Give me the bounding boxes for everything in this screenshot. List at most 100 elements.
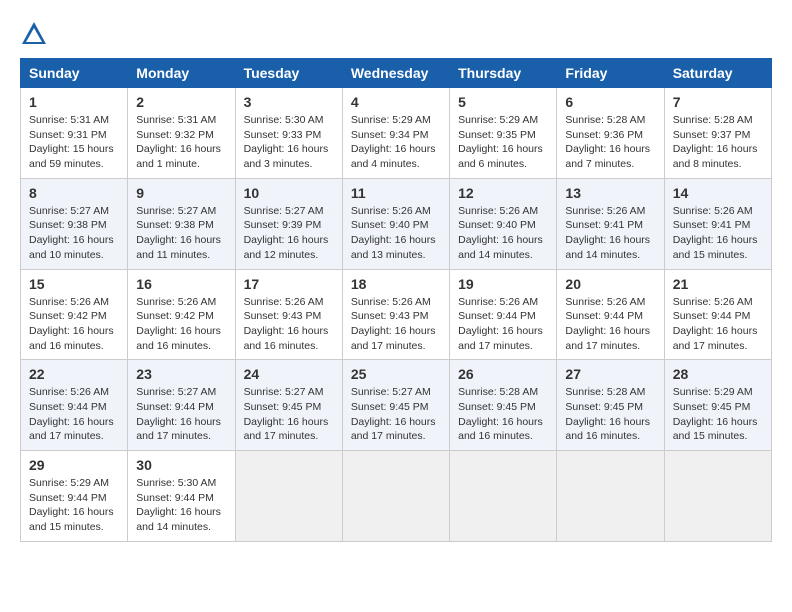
- day-info: Sunrise: 5:26 AM Sunset: 9:43 PM Dayligh…: [244, 295, 334, 354]
- calendar-header-row: SundayMondayTuesdayWednesdayThursdayFrid…: [21, 59, 772, 88]
- calendar-table: SundayMondayTuesdayWednesdayThursdayFrid…: [20, 58, 772, 542]
- day-number: 22: [29, 366, 119, 382]
- day-number: 9: [136, 185, 226, 201]
- day-info: Sunrise: 5:29 AM Sunset: 9:34 PM Dayligh…: [351, 113, 441, 172]
- day-info: Sunrise: 5:30 AM Sunset: 9:33 PM Dayligh…: [244, 113, 334, 172]
- calendar-cell: 18 Sunrise: 5:26 AM Sunset: 9:43 PM Dayli…: [342, 269, 449, 360]
- calendar-cell: 20 Sunrise: 5:26 AM Sunset: 9:44 PM Dayli…: [557, 269, 664, 360]
- day-number: 24: [244, 366, 334, 382]
- day-info: Sunrise: 5:26 AM Sunset: 9:42 PM Dayligh…: [136, 295, 226, 354]
- calendar-cell: [450, 451, 557, 542]
- column-header-tuesday: Tuesday: [235, 59, 342, 88]
- day-number: 25: [351, 366, 441, 382]
- calendar-cell: 26 Sunrise: 5:28 AM Sunset: 9:45 PM Dayli…: [450, 360, 557, 451]
- day-info: Sunrise: 5:29 AM Sunset: 9:45 PM Dayligh…: [673, 385, 763, 444]
- calendar-cell: 29 Sunrise: 5:29 AM Sunset: 9:44 PM Dayli…: [21, 451, 128, 542]
- calendar-cell: 2Sunrise: 5:31 AM Sunset: 9:32 PM Daylig…: [128, 88, 235, 179]
- day-info: Sunrise: 5:29 AM Sunset: 9:35 PM Dayligh…: [458, 113, 548, 172]
- day-info: Sunrise: 5:28 AM Sunset: 9:36 PM Dayligh…: [565, 113, 655, 172]
- calendar-cell: 15 Sunrise: 5:26 AM Sunset: 9:42 PM Dayli…: [21, 269, 128, 360]
- calendar-cell: 13 Sunrise: 5:26 AM Sunset: 9:41 PM Dayli…: [557, 178, 664, 269]
- calendar-cell: 17 Sunrise: 5:26 AM Sunset: 9:43 PM Dayli…: [235, 269, 342, 360]
- day-number: 28: [673, 366, 763, 382]
- calendar-week-row: 8 Sunrise: 5:27 AM Sunset: 9:38 PM Daylig…: [21, 178, 772, 269]
- day-number: 18: [351, 276, 441, 292]
- day-info: Sunrise: 5:28 AM Sunset: 9:37 PM Dayligh…: [673, 113, 763, 172]
- calendar-cell: 28 Sunrise: 5:29 AM Sunset: 9:45 PM Dayli…: [664, 360, 771, 451]
- calendar-cell: 23 Sunrise: 5:27 AM Sunset: 9:44 PM Dayli…: [128, 360, 235, 451]
- calendar-cell: 16 Sunrise: 5:26 AM Sunset: 9:42 PM Dayli…: [128, 269, 235, 360]
- day-number: 17: [244, 276, 334, 292]
- day-info: Sunrise: 5:26 AM Sunset: 9:43 PM Dayligh…: [351, 295, 441, 354]
- column-header-sunday: Sunday: [21, 59, 128, 88]
- day-info: Sunrise: 5:27 AM Sunset: 9:38 PM Dayligh…: [29, 204, 119, 263]
- day-number: 13: [565, 185, 655, 201]
- logo: [20, 20, 52, 48]
- day-info: Sunrise: 5:27 AM Sunset: 9:45 PM Dayligh…: [244, 385, 334, 444]
- day-number: 23: [136, 366, 226, 382]
- calendar-week-row: 22Sunrise: 5:26 AM Sunset: 9:44 PM Dayli…: [21, 360, 772, 451]
- logo-icon: [20, 20, 48, 48]
- column-header-saturday: Saturday: [664, 59, 771, 88]
- day-number: 1: [29, 94, 119, 110]
- calendar-week-row: 15 Sunrise: 5:26 AM Sunset: 9:42 PM Dayli…: [21, 269, 772, 360]
- day-info: Sunrise: 5:28 AM Sunset: 9:45 PM Dayligh…: [458, 385, 548, 444]
- calendar-cell: 8 Sunrise: 5:27 AM Sunset: 9:38 PM Daylig…: [21, 178, 128, 269]
- day-info: Sunrise: 5:31 AM Sunset: 9:32 PM Dayligh…: [136, 113, 226, 172]
- day-number: 8: [29, 185, 119, 201]
- calendar-cell: 22Sunrise: 5:26 AM Sunset: 9:44 PM Dayli…: [21, 360, 128, 451]
- day-number: 4: [351, 94, 441, 110]
- day-number: 30: [136, 457, 226, 473]
- calendar-cell: [664, 451, 771, 542]
- day-number: 6: [565, 94, 655, 110]
- day-info: Sunrise: 5:26 AM Sunset: 9:41 PM Dayligh…: [673, 204, 763, 263]
- day-info: Sunrise: 5:26 AM Sunset: 9:40 PM Dayligh…: [351, 204, 441, 263]
- calendar-cell: 6 Sunrise: 5:28 AM Sunset: 9:36 PM Daylig…: [557, 88, 664, 179]
- day-info: Sunrise: 5:26 AM Sunset: 9:40 PM Dayligh…: [458, 204, 548, 263]
- page-header: [20, 20, 772, 48]
- day-info: Sunrise: 5:31 AM Sunset: 9:31 PM Dayligh…: [29, 113, 119, 172]
- calendar-cell: 9Sunrise: 5:27 AM Sunset: 9:38 PM Daylig…: [128, 178, 235, 269]
- column-header-wednesday: Wednesday: [342, 59, 449, 88]
- calendar-cell: 25 Sunrise: 5:27 AM Sunset: 9:45 PM Dayli…: [342, 360, 449, 451]
- day-number: 15: [29, 276, 119, 292]
- day-info: Sunrise: 5:26 AM Sunset: 9:44 PM Dayligh…: [458, 295, 548, 354]
- calendar-week-row: 29 Sunrise: 5:29 AM Sunset: 9:44 PM Dayli…: [21, 451, 772, 542]
- day-number: 29: [29, 457, 119, 473]
- calendar-cell: [557, 451, 664, 542]
- calendar-cell: 30Sunrise: 5:30 AM Sunset: 9:44 PM Dayli…: [128, 451, 235, 542]
- day-number: 26: [458, 366, 548, 382]
- calendar-cell: [342, 451, 449, 542]
- day-number: 21: [673, 276, 763, 292]
- calendar-cell: 19 Sunrise: 5:26 AM Sunset: 9:44 PM Dayli…: [450, 269, 557, 360]
- calendar-cell: 4 Sunrise: 5:29 AM Sunset: 9:34 PM Daylig…: [342, 88, 449, 179]
- day-number: 3: [244, 94, 334, 110]
- calendar-cell: [235, 451, 342, 542]
- day-number: 19: [458, 276, 548, 292]
- day-number: 16: [136, 276, 226, 292]
- calendar-cell: 1 Sunrise: 5:31 AM Sunset: 9:31 PM Daylig…: [21, 88, 128, 179]
- day-info: Sunrise: 5:28 AM Sunset: 9:45 PM Dayligh…: [565, 385, 655, 444]
- day-info: Sunrise: 5:26 AM Sunset: 9:44 PM Dayligh…: [565, 295, 655, 354]
- column-header-monday: Monday: [128, 59, 235, 88]
- day-info: Sunrise: 5:29 AM Sunset: 9:44 PM Dayligh…: [29, 476, 119, 535]
- calendar-cell: 27Sunrise: 5:28 AM Sunset: 9:45 PM Dayli…: [557, 360, 664, 451]
- day-info: Sunrise: 5:26 AM Sunset: 9:42 PM Dayligh…: [29, 295, 119, 354]
- day-info: Sunrise: 5:26 AM Sunset: 9:44 PM Dayligh…: [673, 295, 763, 354]
- day-number: 20: [565, 276, 655, 292]
- column-header-friday: Friday: [557, 59, 664, 88]
- calendar-cell: 14Sunrise: 5:26 AM Sunset: 9:41 PM Dayli…: [664, 178, 771, 269]
- calendar-cell: 10 Sunrise: 5:27 AM Sunset: 9:39 PM Dayli…: [235, 178, 342, 269]
- calendar-cell: 11Sunrise: 5:26 AM Sunset: 9:40 PM Dayli…: [342, 178, 449, 269]
- calendar-cell: 7Sunrise: 5:28 AM Sunset: 9:37 PM Daylig…: [664, 88, 771, 179]
- day-info: Sunrise: 5:27 AM Sunset: 9:39 PM Dayligh…: [244, 204, 334, 263]
- day-number: 10: [244, 185, 334, 201]
- day-info: Sunrise: 5:26 AM Sunset: 9:41 PM Dayligh…: [565, 204, 655, 263]
- day-number: 12: [458, 185, 548, 201]
- calendar-cell: 12 Sunrise: 5:26 AM Sunset: 9:40 PM Dayli…: [450, 178, 557, 269]
- calendar-week-row: 1 Sunrise: 5:31 AM Sunset: 9:31 PM Daylig…: [21, 88, 772, 179]
- calendar-cell: 5Sunrise: 5:29 AM Sunset: 9:35 PM Daylig…: [450, 88, 557, 179]
- day-info: Sunrise: 5:27 AM Sunset: 9:44 PM Dayligh…: [136, 385, 226, 444]
- day-info: Sunrise: 5:27 AM Sunset: 9:45 PM Dayligh…: [351, 385, 441, 444]
- calendar-cell: 21 Sunrise: 5:26 AM Sunset: 9:44 PM Dayli…: [664, 269, 771, 360]
